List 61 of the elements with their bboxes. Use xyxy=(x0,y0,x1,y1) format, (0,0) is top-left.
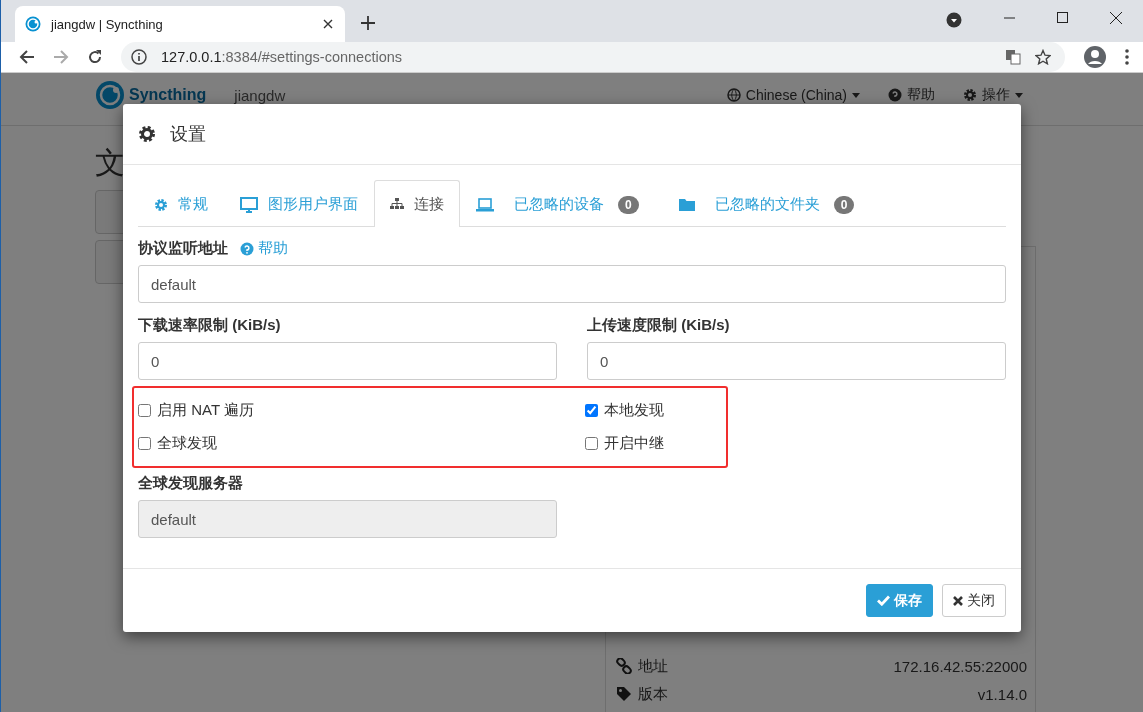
device-name: jiangdw xyxy=(234,86,286,104)
reload-icon[interactable] xyxy=(87,49,103,65)
field-label: 上传速度限制 (KiB/s) xyxy=(587,316,731,335)
menu-icon[interactable] xyxy=(1125,49,1129,65)
settings-tab[interactable]: 已忽略的设备 0 xyxy=(460,181,663,227)
gear-icon xyxy=(154,197,168,212)
tab-title: jiangdw | Syncthing xyxy=(51,16,164,32)
field-label: 协议监听地址 xyxy=(138,239,228,258)
back-icon[interactable] xyxy=(19,49,35,65)
info-label: 版本 xyxy=(638,684,668,704)
checkbox[interactable] xyxy=(585,436,598,450)
close-button[interactable]: 关闭 xyxy=(942,584,1006,617)
option-label[interactable]: 本地发现 xyxy=(604,401,664,421)
check-icon xyxy=(877,595,890,606)
nav-menu-item[interactable]: 操作 xyxy=(963,86,1023,104)
settings-tab[interactable]: 已忽略的文件夹 0 xyxy=(662,181,879,227)
option-label[interactable]: 全球发现 xyxy=(157,433,217,453)
help-icon xyxy=(888,88,902,102)
info-icon xyxy=(131,49,147,65)
option-label[interactable]: 启用 NAT 遍历 xyxy=(157,401,254,421)
new-tab-icon[interactable] xyxy=(361,16,375,30)
checkbox[interactable] xyxy=(138,436,151,450)
checkbox[interactable] xyxy=(585,404,598,418)
field-label: 下载速率限制 (KiB/s) xyxy=(138,316,282,335)
close-icon[interactable] xyxy=(323,19,333,29)
tag-icon xyxy=(616,686,632,702)
close-icon xyxy=(953,595,963,606)
info-value: 172.16.42.55:22000 xyxy=(893,657,1027,675)
syncthing-logo-icon xyxy=(95,80,125,110)
gear-icon xyxy=(138,125,156,143)
field-label: 全球发现服务器 xyxy=(138,474,244,493)
globe-icon xyxy=(726,88,741,102)
maximize-icon[interactable] xyxy=(1057,12,1068,23)
profile-icon[interactable] xyxy=(1083,45,1107,69)
info-value: v1.14.0 xyxy=(977,685,1027,703)
monitor-icon xyxy=(240,196,258,213)
nav-menu-item[interactable]: Chinese (China) xyxy=(726,87,860,103)
star-icon[interactable] xyxy=(1035,49,1051,65)
option-label[interactable]: 开启中继 xyxy=(604,433,664,453)
info-label: 地址 xyxy=(638,656,668,676)
checkbox[interactable] xyxy=(138,404,151,418)
laptop-icon xyxy=(476,197,494,212)
address-bar[interactable]: 127.0.0.1:8384/#settings-connections xyxy=(121,42,1065,72)
nav-menu-item[interactable]: 帮助 xyxy=(888,86,935,104)
settings-tab[interactable]: 连接 xyxy=(374,180,460,227)
close-icon[interactable] xyxy=(1110,12,1122,24)
folder-icon xyxy=(678,198,695,211)
upload-limit-field[interactable]: 0 xyxy=(587,342,1006,380)
browser-tab[interactable]: jiangdw | Syncthing xyxy=(15,6,345,42)
gear-icon xyxy=(963,88,977,102)
dropdown-icon[interactable] xyxy=(946,12,962,28)
link-icon xyxy=(616,658,632,674)
download-limit-field[interactable]: 0 xyxy=(138,342,557,380)
dialog-title: 设置 xyxy=(170,123,206,146)
listen-address-field[interactable]: default xyxy=(138,265,1006,303)
help-icon xyxy=(240,241,254,256)
section-heading: 文 xyxy=(95,145,125,181)
syncthing-logo-icon xyxy=(25,16,41,32)
sitemap-icon xyxy=(390,198,404,210)
translate-icon[interactable] xyxy=(1005,49,1021,65)
url-text: 127.0.0.1:8384/#settings-connections xyxy=(161,49,403,65)
